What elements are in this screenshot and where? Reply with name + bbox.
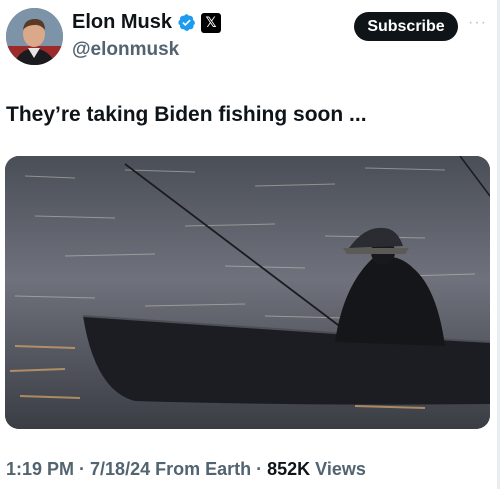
meta-separator: · <box>74 459 91 479</box>
author-handle[interactable]: @elonmusk <box>72 39 179 61</box>
tweet-source: From Earth <box>150 459 252 479</box>
meta-separator: · <box>251 459 268 479</box>
views-count[interactable]: 852K <box>267 459 310 479</box>
tweet-text: They’re taking Biden fishing soon ... <box>6 103 367 126</box>
verified-badge-icon[interactable] <box>177 13 196 32</box>
tweet-time[interactable]: 1:19 PM <box>6 459 74 479</box>
author-name-row: Elon Musk 𝕏 <box>72 11 222 34</box>
avatar[interactable] <box>6 8 63 65</box>
tweet-meta: 1:19 PM · 7/18/24 From Earth · 852K View… <box>6 459 366 480</box>
subscribe-button[interactable]: Subscribe <box>354 12 458 41</box>
views-label: Views <box>310 459 366 479</box>
tweet-date[interactable]: 7/18/24 <box>90 459 150 479</box>
tweet-photo[interactable] <box>5 156 490 429</box>
more-options-icon[interactable]: ··· <box>468 14 487 32</box>
avatar-image <box>6 8 63 65</box>
author-name[interactable]: Elon Musk <box>72 11 172 34</box>
x-logo-icon[interactable]: 𝕏 <box>201 12 222 33</box>
fishing-boat-image <box>5 156 490 429</box>
